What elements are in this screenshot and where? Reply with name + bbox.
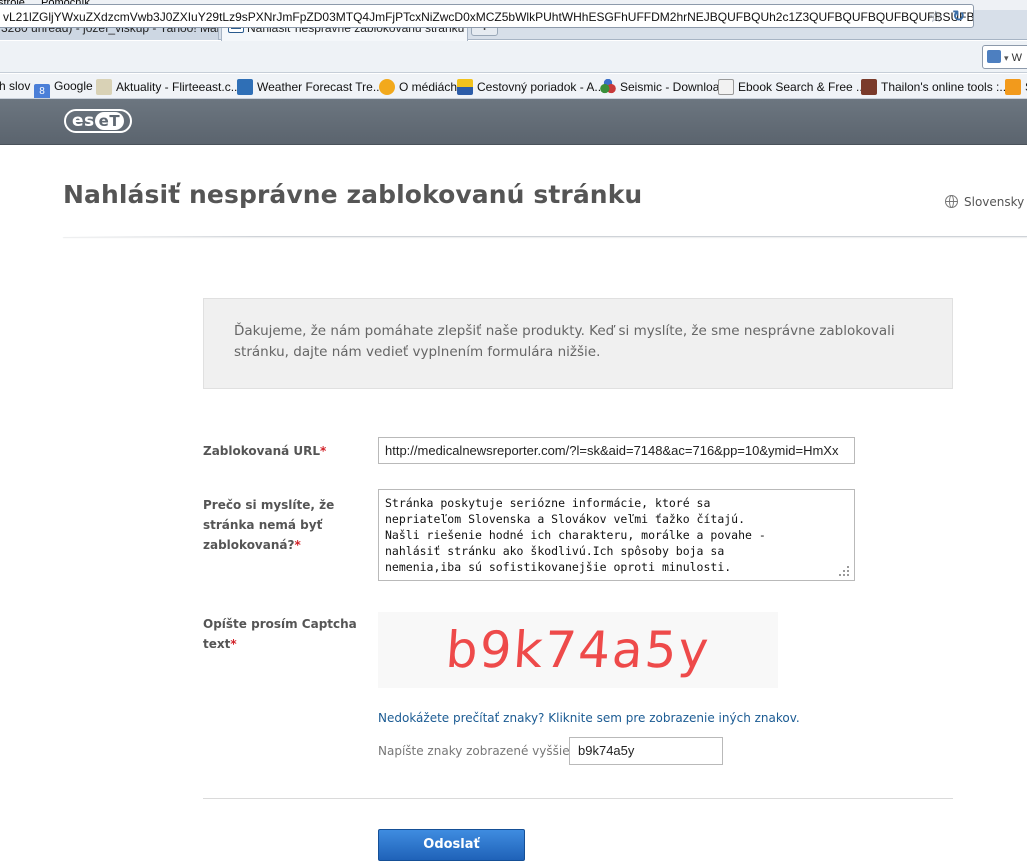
page-title: Nahlásiť nesprávne zablokovanú stránku: [63, 180, 643, 209]
leaf-icon: [96, 79, 112, 95]
bookmark-item[interactable]: Thailon's online tools :...: [861, 79, 1009, 95]
url-label: Zablokovaná URL*: [203, 441, 326, 461]
bus-icon: [457, 79, 473, 95]
bookmark-label: Cestovný poriadok - A...: [477, 80, 605, 94]
logo-text: es: [72, 111, 95, 131]
bookmark-label: Thailon's online tools :...: [881, 80, 1010, 94]
title-divider: [63, 236, 1027, 237]
bookmark-item[interactable]: Aktuality - Flirteeast.c...: [96, 79, 241, 95]
reason-textarea[interactable]: Stránka poskytuje seriózne informácie, k…: [378, 489, 855, 581]
weather-icon: [237, 79, 253, 95]
info-text: Ďakujeme, že nám pomáhate zlepšiť naše p…: [234, 323, 895, 360]
bookmark-star-icon[interactable]: ☆: [929, 7, 943, 27]
url-label-text: Zablokovaná URL: [203, 444, 321, 458]
bookmarks-toolbar: h slov 8 Google Aktuality - Flirteeast.c.…: [0, 74, 1027, 99]
required-mark: *: [320, 444, 327, 458]
captcha-prompt: Napíšte znaky zobrazené vyššie.: [378, 744, 574, 758]
captcha-label-text: Opíšte prosím Captcha text: [203, 617, 357, 651]
bookmark-item[interactable]: h slov: [0, 79, 30, 93]
google-icon: 8: [34, 84, 50, 98]
address-text: vL21lZGljYWxuZXdzcmVwb3J0ZXIuY29tLz9sPXN…: [3, 10, 974, 24]
reload-icon[interactable]: ↻: [952, 7, 965, 25]
captcha-refresh-link[interactable]: Nedokážete prečítať znaky? Kliknite sem …: [378, 711, 800, 725]
required-mark: *: [230, 637, 237, 651]
bookmark-item[interactable]: O médiách: [379, 79, 457, 95]
submit-button[interactable]: Odoslať: [378, 829, 525, 861]
reason-label-text: Prečo si myslíte, že stránka nemá byť za…: [203, 498, 335, 552]
captcha-image: b9k74a5y: [378, 612, 778, 688]
bookmark-item[interactable]: Seismic - Download: [600, 79, 726, 95]
media-icon: [379, 79, 395, 95]
tools-icon: [861, 79, 877, 95]
search-engine-icon[interactable]: [987, 50, 1001, 63]
eset-logo[interactable]: es eT: [64, 109, 133, 133]
bookmark-label: Google: [54, 79, 93, 93]
bookmark-item[interactable]: S: [1005, 79, 1027, 95]
logo-text-badge: eT: [94, 112, 125, 130]
globe-icon: [945, 195, 958, 208]
navigation-bar: [0, 41, 1027, 73]
bookmark-item[interactable]: 8 Google: [34, 79, 93, 98]
blocked-url-input[interactable]: http://medicalnewsreporter.com/?l=sk&aid…: [378, 437, 855, 464]
bulb-icon: [1005, 79, 1021, 95]
bookmark-item[interactable]: Cestovný poriadok - A...: [457, 79, 604, 95]
book-icon: [718, 79, 734, 95]
bookmark-label: Seismic - Download: [620, 80, 727, 94]
bookmark-label: Aktuality - Flirteeast.c...: [116, 80, 241, 94]
bookmark-item[interactable]: Ebook Search & Free ...: [718, 79, 866, 95]
seismic-icon: [600, 79, 616, 95]
bookmark-item[interactable]: Weather Forecast Tre...: [237, 79, 383, 95]
bookmark-label: Ebook Search & Free ...: [738, 80, 867, 94]
required-mark: *: [294, 538, 301, 552]
captcha-label: Opíšte prosím Captcha text*: [203, 614, 368, 654]
site-header: es eT: [0, 99, 1027, 145]
form-divider: [203, 798, 953, 799]
info-box: Ďakujeme, že nám pomáhate zlepšiť naše p…: [203, 298, 953, 389]
address-bar[interactable]: vL21lZGljYWxuZXdzcmVwb3J0ZXIuY29tLz9sPXN…: [0, 4, 974, 28]
language-selector[interactable]: Slovensky: [945, 195, 1024, 209]
reason-label: Prečo si myslíte, že stránka nemá byť za…: [203, 495, 375, 555]
search-text: W: [1011, 52, 1022, 64]
captcha-input[interactable]: b9k74a5y: [569, 737, 723, 765]
resize-grip-icon[interactable]: [838, 565, 850, 577]
bookmark-label: h slov: [0, 79, 31, 93]
bookmark-label: O médiách: [399, 80, 458, 94]
bookmark-label: Weather Forecast Tre...: [257, 80, 383, 94]
captcha-image-text: b9k74a5y: [443, 621, 713, 679]
language-label: Slovensky: [964, 195, 1025, 209]
search-box[interactable]: ▾ W: [982, 45, 1027, 69]
